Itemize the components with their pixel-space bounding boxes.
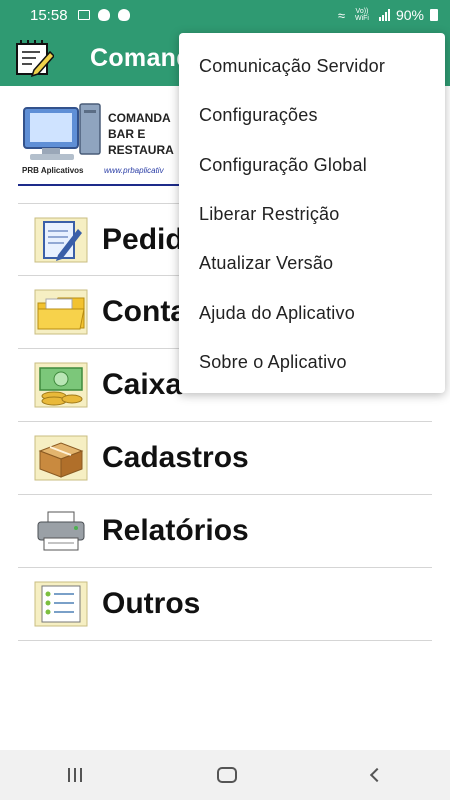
battery-icon (430, 9, 438, 21)
banner-line-3: RESTAURA (108, 143, 174, 157)
box-icon (34, 435, 88, 481)
folder-icon (34, 289, 88, 335)
status-time: 15:58 (30, 6, 68, 24)
overflow-menu: Comunicação Servidor Configurações Confi… (179, 33, 445, 393)
menu-item-relatorios[interactable]: Relatórios (18, 495, 432, 568)
signal-icon (378, 9, 390, 21)
menu-option-configuracao-global[interactable]: Configuração Global (179, 141, 445, 190)
notification-app-icon-2 (117, 9, 130, 21)
menu-item-cadastros[interactable]: Cadastros (18, 422, 432, 495)
banner-text: COMANDA BAR E RESTAURA (108, 110, 174, 158)
app-logo-icon[interactable] (14, 38, 56, 78)
menu-item-label: Outros (102, 587, 201, 620)
wifi-icon: ≈ (337, 7, 345, 23)
menu-option-liberar-restricao[interactable]: Liberar Restrição (179, 190, 445, 239)
menu-option-configuracoes[interactable]: Configurações (179, 91, 445, 140)
menu-option-ajuda-aplicativo[interactable]: Ajuda do Aplicativo (179, 288, 445, 337)
menu-item-outros[interactable]: Outros (18, 568, 432, 641)
app-banner: COMANDA BAR E RESTAURA PRB Aplicativos w… (18, 96, 188, 188)
printer-icon (34, 508, 88, 554)
system-nav-bar (0, 750, 450, 800)
back-icon[interactable] (370, 767, 385, 783)
recents-icon[interactable] (67, 768, 82, 782)
menu-item-label: Cadastros (102, 441, 249, 474)
menu-option-comunicacao-servidor[interactable]: Comunicação Servidor (179, 42, 445, 91)
home-icon[interactable] (216, 767, 237, 783)
banner-line-1: COMANDA (108, 111, 171, 125)
status-bar: 15:58 ≈ Vo)) WiFi 90% (0, 0, 450, 30)
menu-item-label: Caixa (102, 368, 183, 401)
status-right: ≈ Vo)) WiFi 90% (338, 7, 438, 23)
battery-percent: 90% (395, 7, 424, 23)
menu-option-sobre-aplicativo[interactable]: Sobre o Aplicativo (179, 338, 445, 387)
banner-divider (18, 184, 188, 186)
cash-icon (34, 362, 88, 408)
notepad-pen-icon (34, 217, 88, 263)
banner-line-2: BAR E (108, 127, 146, 141)
computer-icon (23, 103, 101, 160)
notification-icons (77, 9, 130, 21)
banner-brand: PRB Aplicativos (22, 166, 84, 175)
banner-url: www.prbaplicativ (104, 166, 164, 175)
notification-app-icon (97, 9, 110, 21)
gallery-icon (77, 10, 90, 20)
list-icon (34, 581, 88, 627)
volte-label: Vo)) WiFi (354, 8, 369, 22)
menu-item-label: Relatórios (102, 514, 249, 547)
menu-option-atualizar-versao[interactable]: Atualizar Versão (179, 239, 445, 288)
